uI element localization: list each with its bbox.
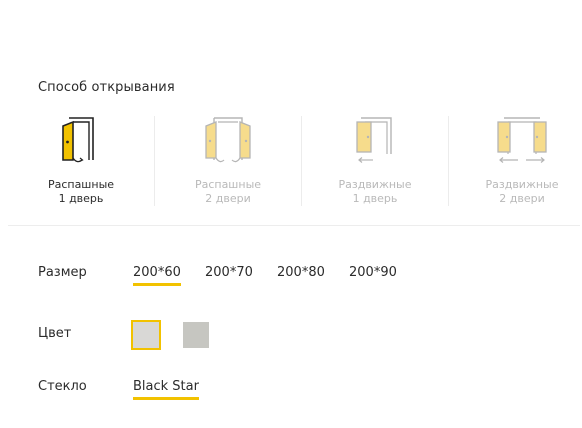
size-label: Размер xyxy=(38,265,87,280)
swing-single-door-icon xyxy=(59,114,103,168)
color-swatch-light-grey[interactable] xyxy=(131,320,161,350)
glass-option-black-star[interactable]: Black Star xyxy=(133,379,199,400)
glass-label: Стекло xyxy=(38,379,87,394)
opening-option-label: Распашные 2 двери xyxy=(194,178,262,205)
color-label: Цвет xyxy=(38,326,72,341)
opening-option-label: Раздвижные 1 дверь xyxy=(338,178,412,205)
opening-option-sliding-2[interactable]: Раздвижные 2 двери xyxy=(449,112,582,210)
opening-options: Распашные 1 дверь Распашные 2 двери Разд… xyxy=(8,112,582,210)
opening-option-label: Распашные 1 дверь xyxy=(47,178,115,205)
size-option-200x90[interactable]: 200*90 xyxy=(349,265,397,283)
size-option-200x60[interactable]: 200*60 xyxy=(133,265,181,286)
swing-double-door-icon xyxy=(202,114,254,168)
color-swatch-grey[interactable] xyxy=(183,322,209,348)
size-option-200x80[interactable]: 200*80 xyxy=(277,265,325,283)
opening-option-swing-2[interactable]: Распашные 2 двери xyxy=(155,112,301,210)
opening-option-swing-1[interactable]: Распашные 1 дверь xyxy=(8,112,154,210)
opening-option-label: Раздвижные 2 двери xyxy=(485,178,559,205)
section-divider xyxy=(8,225,580,226)
sliding-single-door-icon xyxy=(351,114,399,168)
sliding-double-door-icon xyxy=(494,114,550,168)
opening-option-sliding-1[interactable]: Раздвижные 1 дверь xyxy=(302,112,448,210)
size-option-200x70[interactable]: 200*70 xyxy=(205,265,253,283)
opening-title: Способ открывания xyxy=(38,80,175,95)
